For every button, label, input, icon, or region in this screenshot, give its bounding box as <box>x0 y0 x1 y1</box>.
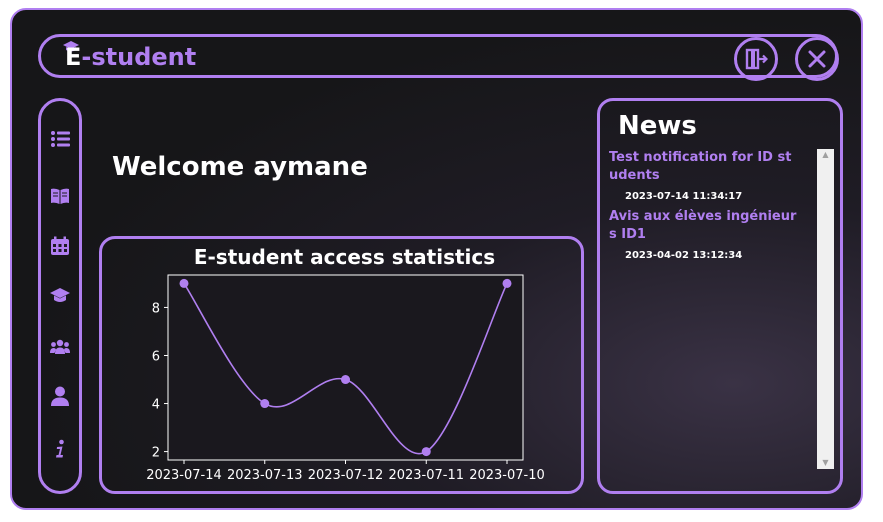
news-title: News <box>618 111 697 141</box>
news-item[interactable]: Avis aux élèves ingénieur s ID1 2023-04-… <box>609 208 805 261</box>
door-exit-icon <box>745 48 768 70</box>
close-button[interactable] <box>795 37 839 81</box>
user-icon[interactable] <box>50 386 70 406</box>
title-bar: E-student <box>38 34 839 81</box>
news-item-title[interactable]: Test notification for ID st udents <box>609 149 805 185</box>
y-tick-label: 2 <box>152 446 160 461</box>
data-point <box>421 447 431 457</box>
sidebar <box>38 98 82 494</box>
graduation-cap-icon[interactable] <box>50 286 70 306</box>
news-scrollbar[interactable]: ▲ ▼ <box>817 149 834 469</box>
data-point <box>260 399 270 409</box>
scroll-up-icon[interactable]: ▲ <box>817 149 834 161</box>
news-list: Test notification for ID st udents 2023-… <box>609 149 805 267</box>
news-item-date: 2023-04-02 13:12:34 <box>625 250 743 261</box>
users-icon[interactable] <box>50 337 70 357</box>
plot-area <box>167 274 524 461</box>
statistics-panel: E-student access statistics 2 4 6 8 2023-07-… <box>99 236 584 494</box>
x-tick-label: 2023-07-12 <box>308 468 384 483</box>
calendar-icon[interactable] <box>50 236 70 256</box>
y-tick-label: 6 <box>152 349 160 364</box>
scroll-down-icon[interactable]: ▼ <box>817 457 834 469</box>
y-tick-label: 8 <box>152 301 160 316</box>
data-point <box>341 375 350 385</box>
news-item[interactable]: Test notification for ID st udents 2023-… <box>609 149 805 202</box>
y-tick-label: 4 <box>152 398 160 413</box>
app-window: E-student Welcome aymane E-student acces… <box>10 8 863 510</box>
x-tick-label: 2023-07-11 <box>388 468 464 483</box>
welcome-text: Welcome aymane <box>112 152 368 182</box>
news-item-title[interactable]: Avis aux élèves ingénieur s ID1 <box>609 208 805 244</box>
info-icon[interactable] <box>50 439 70 459</box>
x-tick-label: 2023-07-10 <box>469 468 545 483</box>
news-item-date: 2023-07-14 11:34:17 <box>625 191 743 202</box>
app-logo: E-student <box>65 43 197 71</box>
x-tick-label: 2023-07-13 <box>227 468 303 483</box>
data-point <box>502 278 512 288</box>
book-icon[interactable] <box>50 186 70 206</box>
data-point <box>179 278 189 288</box>
list-icon[interactable] <box>50 129 70 149</box>
access-statistics-chart: 2 4 6 8 2023-07-14 2023-07-13 2023-07-12 2023-0… <box>146 274 545 483</box>
close-icon <box>808 50 826 68</box>
news-panel: News Test notification for ID st udents … <box>597 98 843 494</box>
logout-button[interactable] <box>734 37 778 81</box>
x-tick-label: 2023-07-14 <box>146 468 222 483</box>
